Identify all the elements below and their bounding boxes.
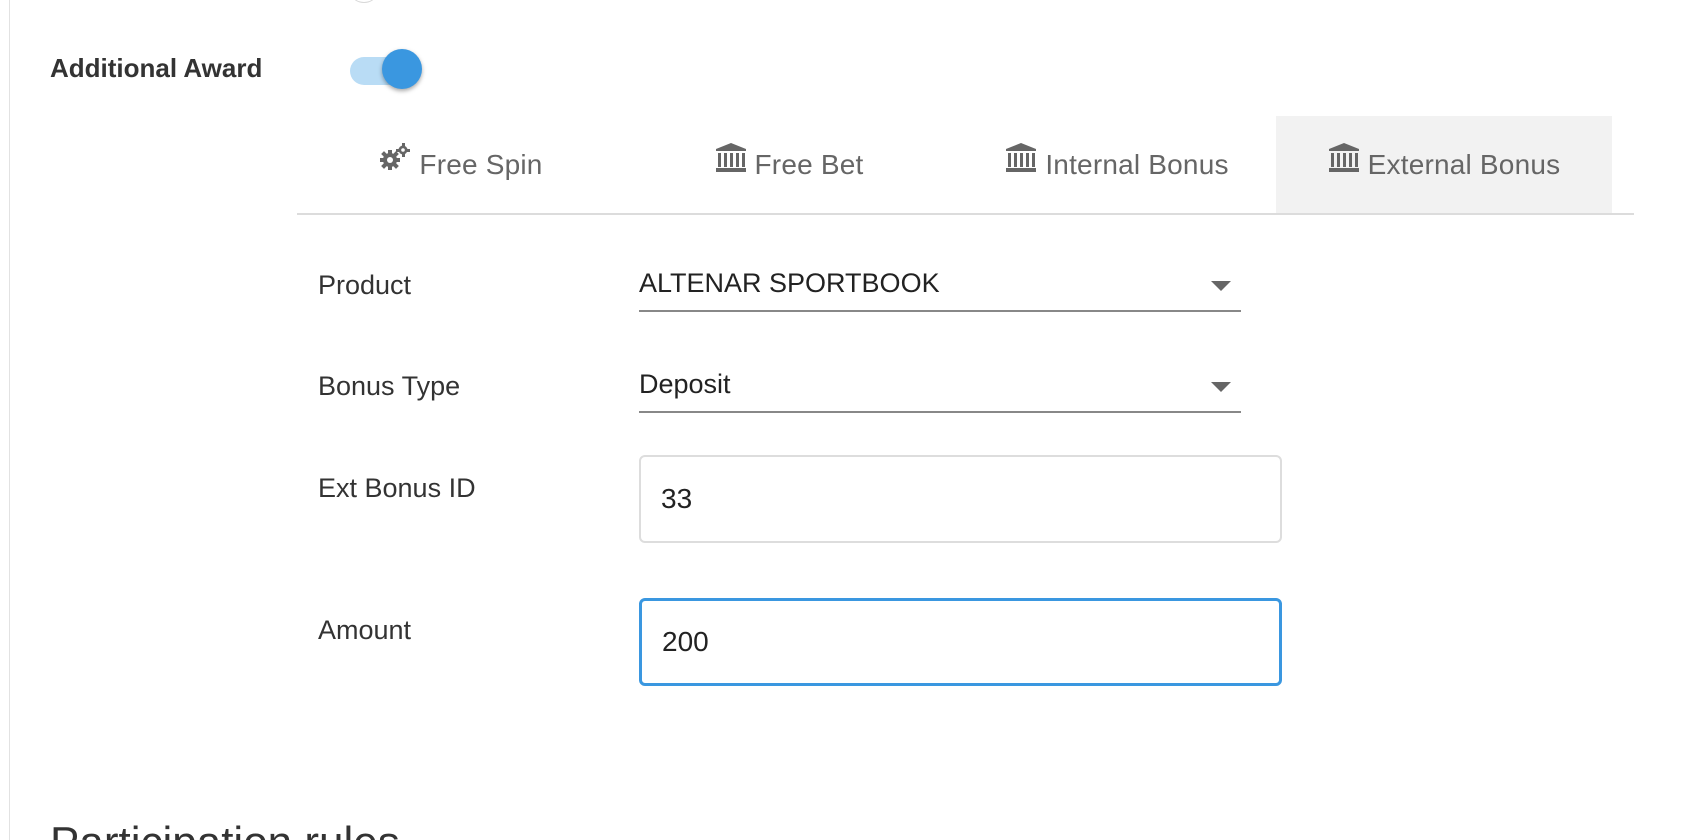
bonus-type-label: Bonus Type [318, 371, 461, 401]
tab-free-spin[interactable]: Free Spin [297, 116, 625, 213]
bank-icon [1005, 142, 1037, 173]
gears-icon [379, 142, 411, 173]
panel-border [9, 0, 10, 840]
tab-external-bonus[interactable]: External Bonus [1276, 116, 1612, 213]
bank-icon [715, 142, 747, 173]
additional-award-toggle[interactable] [350, 49, 422, 89]
amount-input[interactable] [639, 598, 1282, 686]
ext-bonus-id-label: Ext Bonus ID [318, 473, 476, 503]
tab-label: External Bonus [1367, 148, 1561, 180]
bonus-type-select-value: Deposit [639, 369, 731, 399]
chevron-down-icon [1211, 382, 1231, 392]
product-select[interactable]: ALTENAR SPORTBOOK [639, 266, 1241, 312]
toggle-thumb [382, 49, 422, 89]
product-label: Product [318, 270, 412, 300]
page: Additional Award Free Spin Free Bet Inte… [0, 0, 1706, 840]
tab-label: Free Bet [754, 148, 864, 180]
bank-icon [1328, 142, 1360, 173]
bonus-type-select[interactable]: Deposit [639, 367, 1241, 413]
amount-label: Amount [318, 615, 412, 645]
tab-internal-bonus[interactable]: Internal Bonus [953, 116, 1281, 213]
product-select-value: ALTENAR SPORTBOOK [639, 268, 940, 298]
tab-free-bet[interactable]: Free Bet [625, 116, 953, 213]
award-type-tabs: Free Spin Free Bet Internal Bonus Extern… [297, 116, 1634, 215]
ext-bonus-id-input[interactable] [639, 455, 1282, 543]
tab-label: Internal Bonus [1045, 148, 1229, 180]
chevron-down-icon [1211, 281, 1231, 291]
additional-award-label: Additional Award [50, 53, 263, 83]
participation-rules-heading: Participation rules [50, 818, 400, 840]
radio-button-partial[interactable] [352, 0, 376, 3]
tab-label: Free Spin [419, 148, 543, 180]
